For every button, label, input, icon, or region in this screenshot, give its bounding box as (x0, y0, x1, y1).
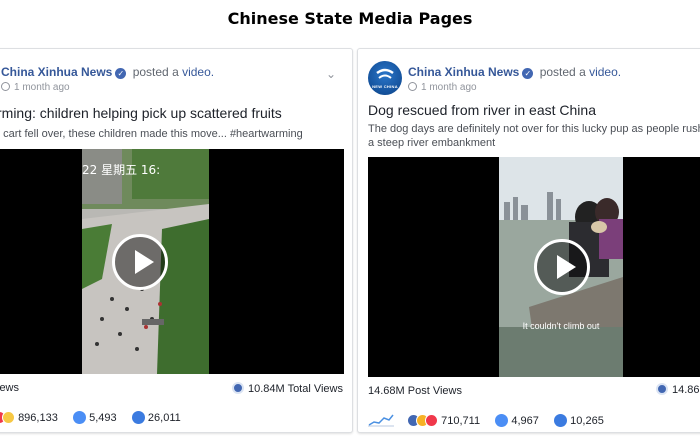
post-header: China Xinhua News ✓ posted a video. 1 mon… (1, 59, 342, 99)
wow-reaction-icon (2, 411, 15, 424)
verified-icon: ✓ (522, 68, 534, 79)
shares-count[interactable]: 26,011 (148, 412, 181, 424)
post-time[interactable]: 1 month ago (14, 82, 70, 93)
post-card-left: China Xinhua News ✓ posted a video. 1 mon… (0, 48, 353, 433)
comment-icon (495, 414, 509, 427)
posted-text: posted a (132, 65, 179, 79)
xinhua-avatar[interactable]: NEW CHINA (368, 61, 402, 95)
xinhua-logo-icon (376, 68, 394, 79)
avatar-label: NEW CHINA (372, 84, 398, 89)
total-views: 14.86 (672, 384, 700, 396)
sparkline-icon (368, 414, 394, 427)
views-icon (656, 383, 668, 395)
video-player[interactable]: 22 星期五 16: (0, 149, 344, 374)
verified-icon: ✓ (115, 68, 127, 79)
post-stats: 896,133 5,493 26,011 (0, 411, 181, 424)
page-title: Chinese State Media Pages (227, 9, 473, 28)
total-views: 10.84M Total Views (248, 383, 343, 395)
play-icon[interactable] (112, 234, 168, 290)
shares-count[interactable]: 10,265 (570, 415, 604, 427)
post-stats: 710,711 4,967 10,265 (368, 413, 604, 427)
post-description: t cart fell over, these children made th… (0, 128, 303, 140)
post-time[interactable]: 1 month ago (421, 82, 477, 93)
reactions-count[interactable]: 896,133 (18, 412, 58, 424)
love-reaction-icon (425, 414, 439, 427)
reactions-count[interactable]: 710,711 (441, 415, 480, 427)
post-views: 14.68M Post Views (368, 385, 462, 397)
globe-icon (408, 82, 417, 91)
post-description-line-1: The dog days are definitely not over for… (368, 123, 700, 135)
post-description-line-2: a steep river embankment (368, 137, 496, 149)
author-name[interactable]: China Xinhua News (408, 65, 519, 79)
play-icon[interactable] (534, 239, 590, 295)
post-title[interactable]: Dog rescued from river in east China (368, 102, 596, 118)
video-overlay-text: 22 星期五 16: (82, 163, 161, 177)
video-player[interactable]: It couldn't climb out (368, 157, 700, 377)
views-icon (232, 382, 245, 394)
share-icon (554, 414, 568, 427)
video-link[interactable]: video. (589, 65, 621, 79)
post-header: NEW CHINA China Xinhua News ✓ posted a vi… (368, 59, 700, 99)
comments-count[interactable]: 4,967 (511, 415, 539, 427)
share-icon (131, 411, 145, 424)
video-link[interactable]: video. (182, 65, 214, 79)
views-left: iews (0, 382, 20, 394)
video-subtitle: It couldn't climb out (522, 321, 600, 331)
globe-icon (1, 82, 10, 91)
author-name[interactable]: China Xinhua News (1, 65, 112, 79)
post-title[interactable]: rming: children helping pick up scattere… (0, 105, 282, 121)
comments-count[interactable]: 5,493 (89, 412, 117, 424)
chevron-down-icon[interactable]: ⌄ (326, 67, 336, 81)
posted-text: posted a (539, 65, 586, 79)
comment-icon (73, 411, 87, 424)
post-card-right: NEW CHINA China Xinhua News ✓ posted a vi… (357, 48, 700, 433)
